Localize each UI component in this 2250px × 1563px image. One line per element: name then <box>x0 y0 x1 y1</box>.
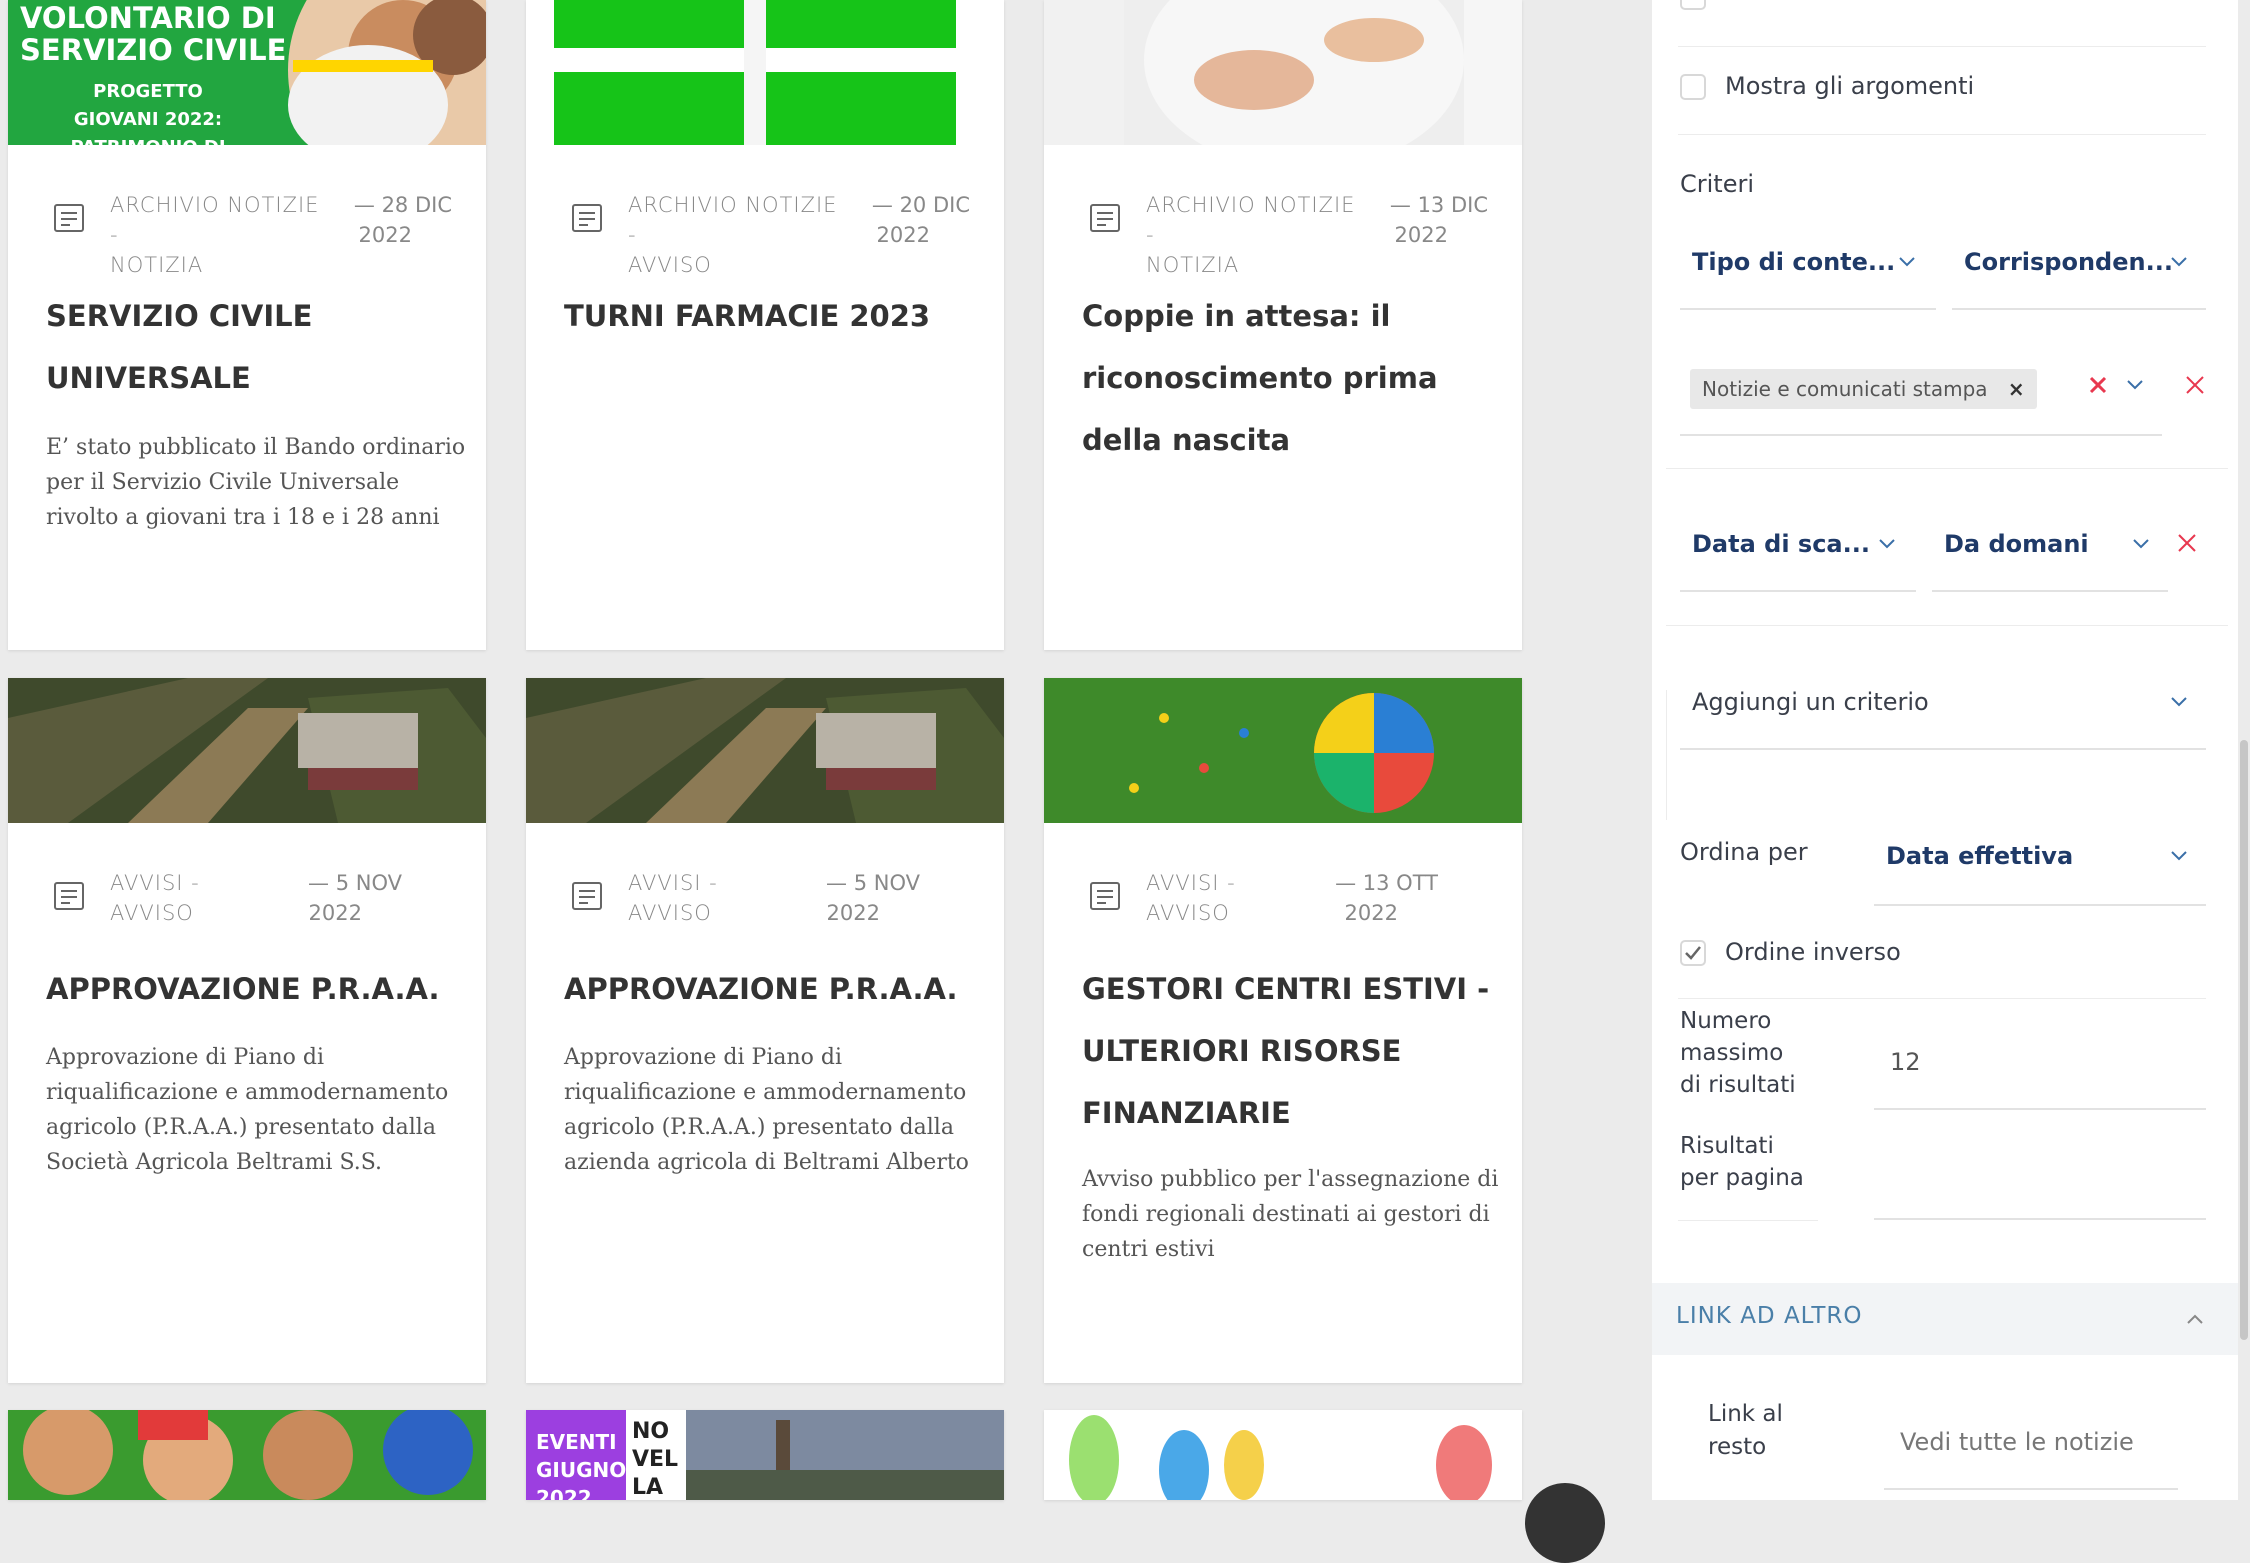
divider <box>1678 134 2206 135</box>
card-meta: ARCHIVIO NOTIZIE - NOTIZIA — 13 DIC 2022 <box>1088 190 1498 277</box>
criterion-operator-select[interactable]: Corrisponden... <box>1952 218 2206 310</box>
image-side-text: NO VEL LA <box>632 1419 679 1500</box>
chevron-down-icon <box>2171 257 2187 267</box>
criterion2-operator-select[interactable]: Da domani <box>1932 500 2168 592</box>
card-title[interactable]: APPROVAZIONE P.R.A.A. <box>564 958 984 1020</box>
image-subheading: PROGETTO GIOVANI 2022: PATRIMONIO DI <box>70 81 225 145</box>
image-heading: VOLONTARIO DI SERVIZIO CIVILE <box>20 1 287 67</box>
per-page-input[interactable] <box>1874 1126 2206 1220</box>
chevron-down-icon <box>1879 539 1895 549</box>
card-date: — 5 NOV 2022 <box>308 871 402 925</box>
card-description: Avviso pubblico per l'assegnazione di fo… <box>1082 1167 1499 1262</box>
order-by-label: Ordina per <box>1680 838 1808 866</box>
card-image: VOLONTARIO DI SERVIZIO CIVILE PROGETTO G… <box>8 0 486 145</box>
news-card[interactable]: VOLONTARIO DI SERVIZIO CIVILE PROGETTO G… <box>8 0 486 650</box>
clear-values-icon[interactable] <box>2087 374 2109 396</box>
selected-value-chip: Notizie e comunicati stampa × <box>1690 369 2037 409</box>
criterion2-field-select[interactable]: Data di sca... <box>1680 500 1916 592</box>
divider <box>1666 690 1667 820</box>
criteria-label: Criteri <box>1680 170 1755 198</box>
card-date: — 28 DIC 2022 <box>353 193 452 247</box>
news-card[interactable] <box>1044 1410 1522 1500</box>
card-description: E’ stato pubblicato il Bando ordinario p… <box>46 435 466 530</box>
card-date: — 20 DIC 2022 <box>871 193 970 247</box>
card-image <box>1044 0 1522 145</box>
reverse-order-checkbox[interactable] <box>1680 940 1706 966</box>
checkbox-top-hidden[interactable] <box>1680 0 1706 10</box>
news-card[interactable]: AVVISI - AVVISO — 5 NOV 2022 APPROVAZIONE … <box>8 678 486 1383</box>
card-category[interactable]: ARCHIVIO NOTIZIE - NOTIZIA <box>110 190 330 280</box>
card-title[interactable]: TURNI FARMACIE 2023 <box>564 285 984 347</box>
link-rest-input[interactable]: Vedi tutte le notizie <box>1884 1396 2178 1490</box>
card-category[interactable]: ARCHIVIO NOTIZIE - AVVISO <box>628 190 848 280</box>
news-card[interactable]: EVENTI GIUGNO 2022 NO VEL LA <box>526 1410 1004 1500</box>
scroll-top-button[interactable] <box>1525 1483 1605 1563</box>
document-icon <box>1090 882 1120 910</box>
show-arguments-label[interactable]: Mostra gli argomenti <box>1725 72 1974 100</box>
divider <box>1666 625 2228 626</box>
document-icon <box>1090 204 1120 232</box>
chevron-down-icon <box>2171 697 2187 707</box>
remove-criterion-icon[interactable] <box>2184 374 2206 396</box>
scrollbar-thumb[interactable] <box>2240 740 2248 1340</box>
reverse-order-label[interactable]: Ordine inverso <box>1725 938 1901 966</box>
card-description: Approvazione di Piano di riqualificazion… <box>564 1045 969 1175</box>
document-icon <box>572 882 602 910</box>
card-image <box>526 678 1004 823</box>
news-card[interactable]: ARCHIVIO NOTIZIE - NOTIZIA — 13 DIC 2022 C… <box>1044 0 1522 650</box>
card-image <box>526 0 1004 145</box>
card-meta: AVVISI - AVVISO — 13 OTT 2022 <box>1088 868 1498 928</box>
show-arguments-checkbox[interactable] <box>1680 74 1706 100</box>
card-image <box>8 678 486 823</box>
document-icon <box>54 882 84 910</box>
divider <box>1678 1220 1818 1221</box>
chevron-down-icon <box>2171 851 2187 861</box>
news-card[interactable]: ARCHIVIO NOTIZIE - AVVISO — 20 DIC 2022 TU… <box>526 0 1004 650</box>
card-title[interactable]: Coppie in attesa: il riconoscimento prim… <box>1082 285 1502 471</box>
divider <box>1678 998 2206 999</box>
news-card[interactable]: AVVISI - AVVISO — 13 OTT 2022 GESTORI CENT… <box>1044 678 1522 1383</box>
card-meta: ARCHIVIO NOTIZIE - AVVISO — 20 DIC 2022 <box>570 190 980 277</box>
chevron-down-icon <box>2133 539 2149 549</box>
add-criterion-select[interactable]: Aggiungi un criterio <box>1680 658 2206 750</box>
image-banner: EVENTI GIUGNO 2022 <box>536 1430 627 1500</box>
card-meta: AVVISI - AVVISO — 5 NOV 2022 <box>570 868 980 928</box>
card-date: — 13 DIC 2022 <box>1389 193 1488 247</box>
card-meta: AVVISI - AVVISO — 5 NOV 2022 <box>52 868 462 928</box>
card-title[interactable]: APPROVAZIONE P.R.A.A. <box>46 958 466 1020</box>
max-results-label: Numero massimo di risultati <box>1680 1008 1796 1098</box>
order-by-select[interactable]: Data effettiva <box>1874 812 2206 906</box>
chevron-up-icon <box>2187 1314 2203 1324</box>
document-icon <box>54 204 84 232</box>
chevron-down-icon <box>1899 257 1915 267</box>
chevron-down-icon[interactable] <box>2126 379 2144 391</box>
per-page-label: Risultati per pagina <box>1680 1133 1804 1191</box>
card-image <box>8 1410 486 1500</box>
link-other-accordion-header[interactable]: LINK AD ALTRO <box>1652 1283 2238 1355</box>
card-image <box>1044 1410 1522 1500</box>
remove-criterion-icon[interactable] <box>2176 532 2198 554</box>
checkmark-icon <box>1685 946 1701 960</box>
card-meta: ARCHIVIO NOTIZIE - NOTIZIA — 28 DIC 2022 <box>52 190 462 277</box>
news-card[interactable] <box>8 1410 486 1500</box>
document-icon <box>572 204 602 232</box>
card-title[interactable]: GESTORI CENTRI ESTIVI - ULTERIORI RISORS… <box>1082 958 1502 1144</box>
news-card[interactable]: AVVISI - AVVISO — 5 NOV 2022 APPROVAZIONE … <box>526 678 1004 1383</box>
divider <box>1678 46 2206 47</box>
criterion-field-select[interactable]: Tipo di conte... <box>1680 218 1936 310</box>
card-date: — 5 NOV 2022 <box>826 871 920 925</box>
card-category[interactable]: ARCHIVIO NOTIZIE - NOTIZIA <box>1146 190 1366 280</box>
max-results-input[interactable]: 12 <box>1874 1016 2206 1110</box>
card-image <box>1044 678 1522 823</box>
card-date: — 13 OTT 2022 <box>1335 871 1438 925</box>
divider <box>1666 468 2228 469</box>
chip-remove-icon[interactable]: × <box>2008 377 2025 401</box>
link-rest-label: Link al resto <box>1708 1401 1783 1460</box>
card-title[interactable]: SERVIZIO CIVILE UNIVERSALE <box>46 285 466 409</box>
card-description: Approvazione di Piano di riqualificazion… <box>46 1045 449 1175</box>
